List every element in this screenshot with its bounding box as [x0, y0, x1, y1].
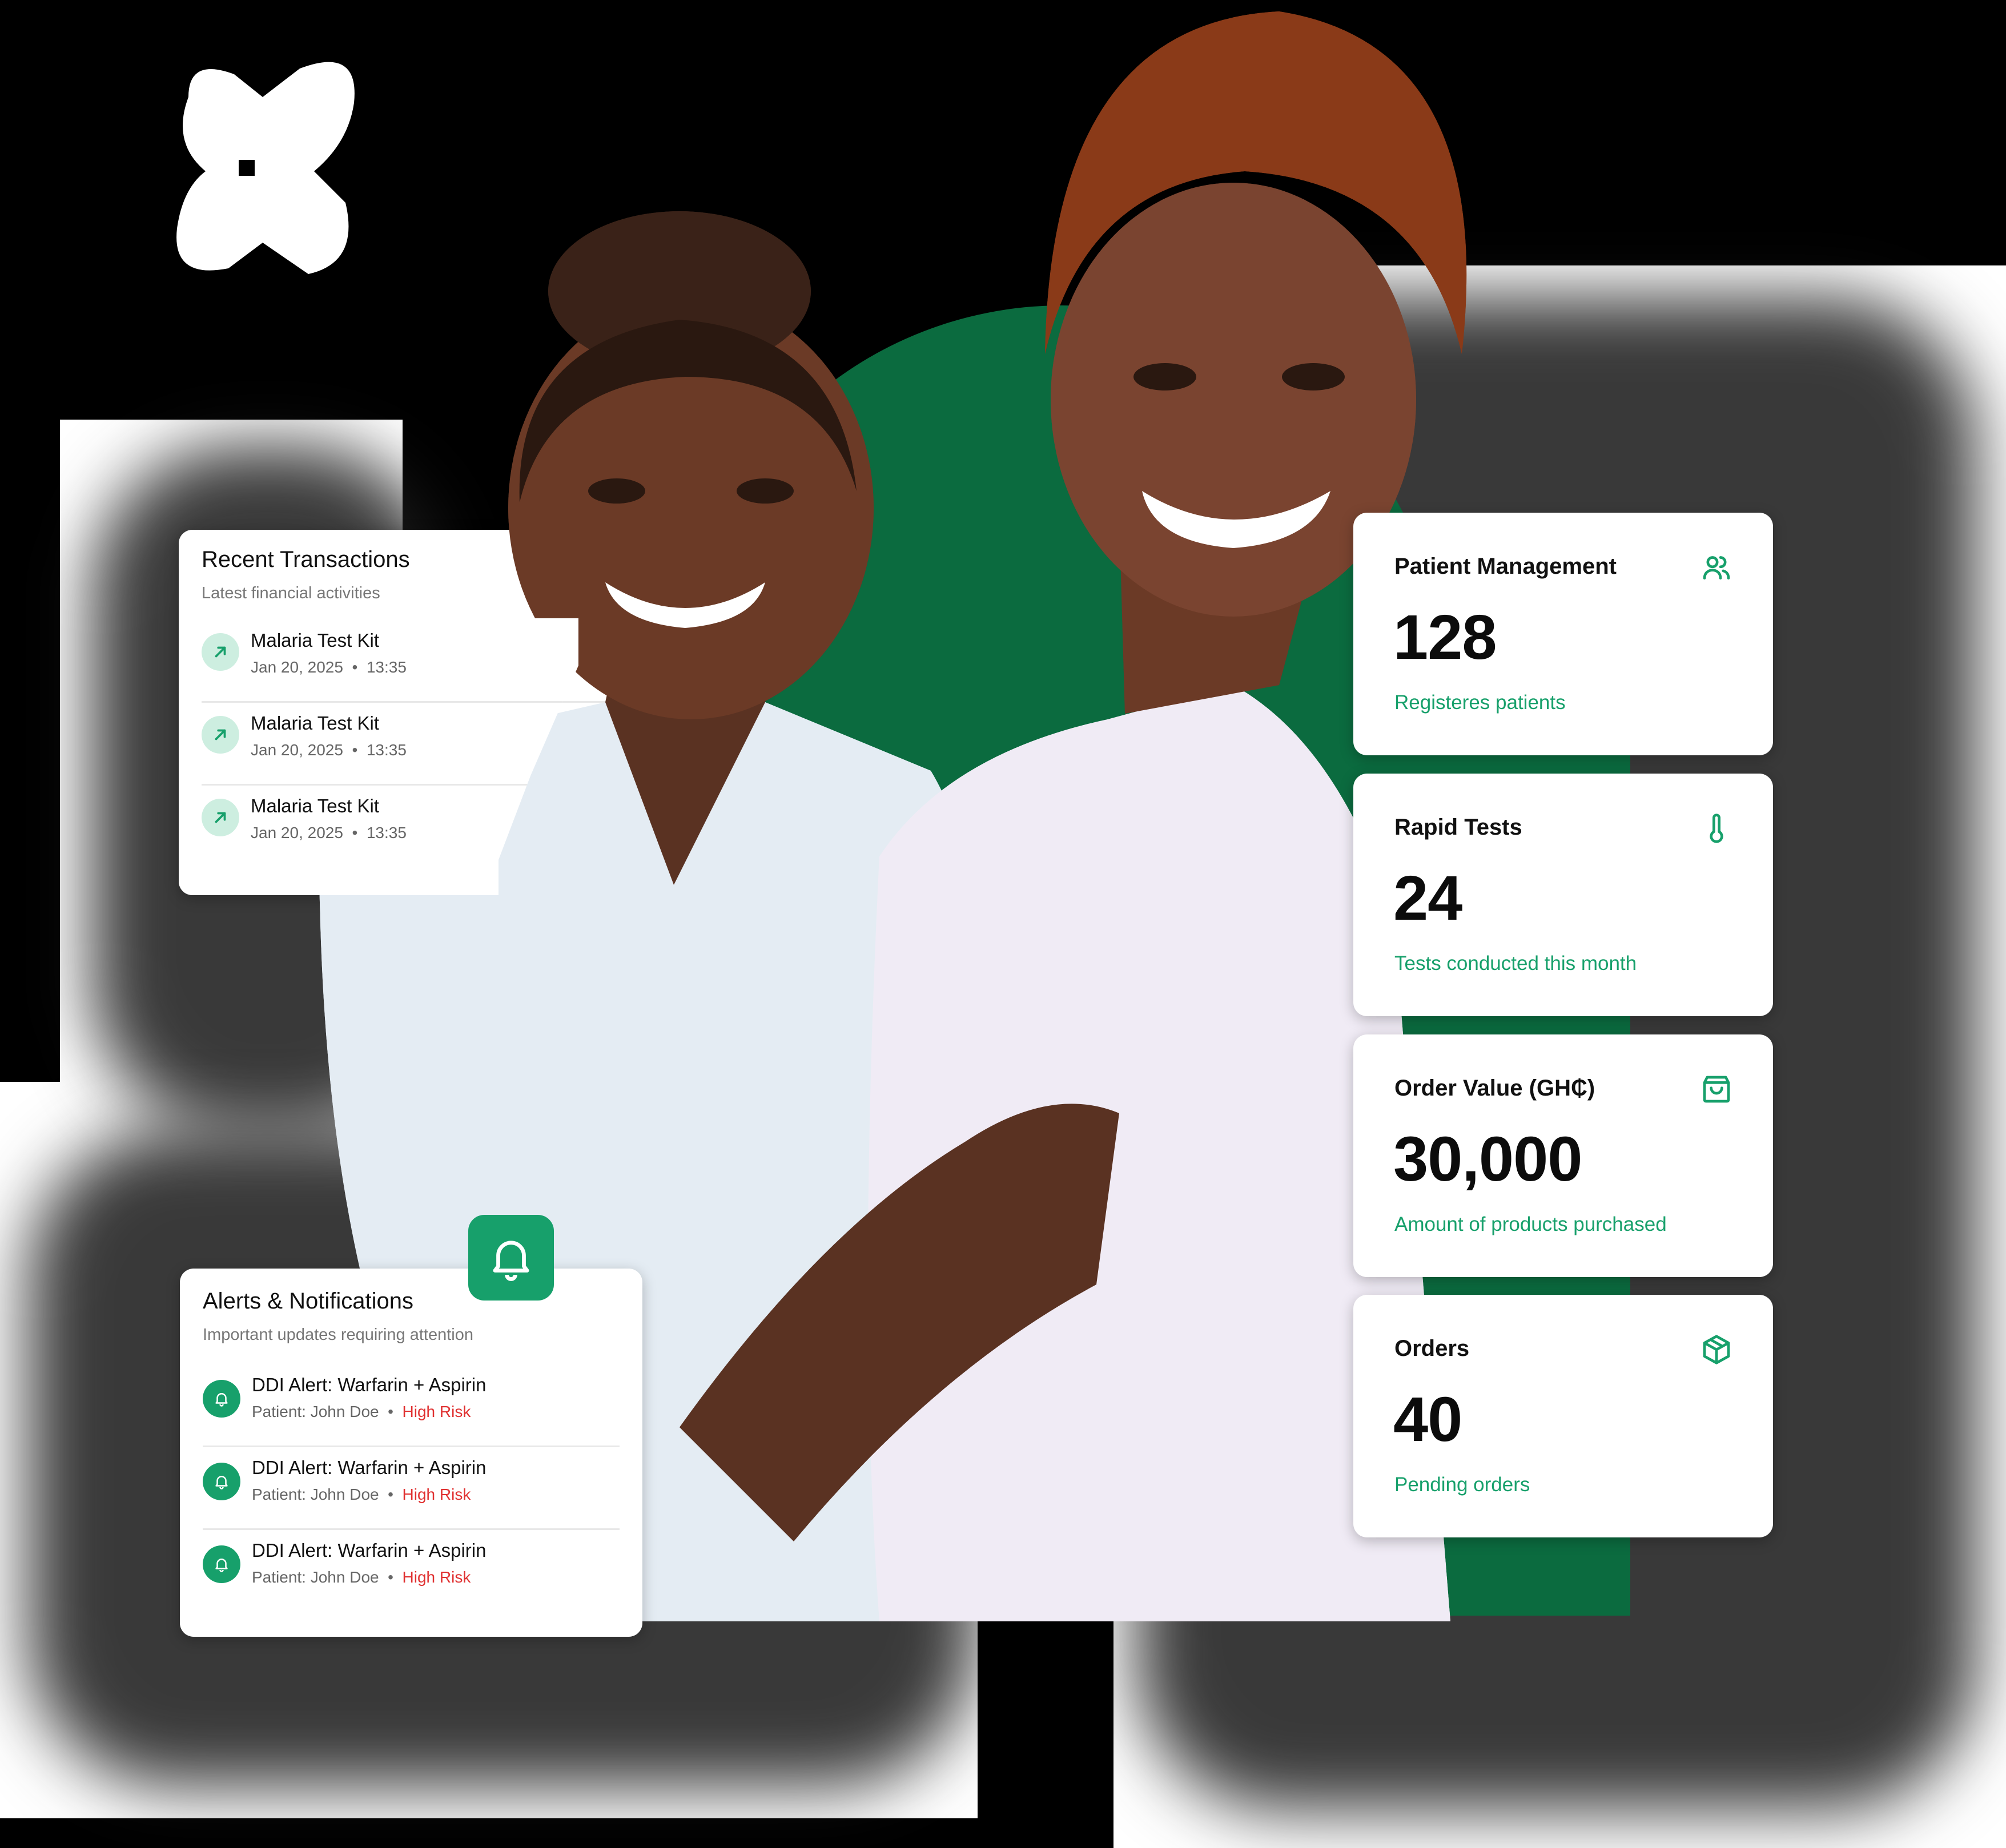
- stat-title: Orders: [1394, 1336, 1470, 1361]
- transaction-row[interactable]: Malaria Test Kit Jan 20, 2025 • 13:35: [202, 701, 578, 786]
- bell-badge-button[interactable]: [468, 1215, 554, 1301]
- stat-card-rapid-tests[interactable]: Rapid Tests 24 Tests conducted this mont…: [1353, 774, 1773, 1016]
- alerts-card: Alerts & Notifications Important updates…: [180, 1269, 642, 1637]
- stat-title: Rapid Tests: [1394, 815, 1522, 840]
- stat-card-orders[interactable]: Orders 40 Pending orders: [1353, 1295, 1773, 1537]
- risk-label: High Risk: [402, 1485, 471, 1503]
- transactions-title: Recent Transactions: [202, 547, 410, 572]
- transaction-row[interactable]: Malaria Test Kit Jan 20, 2025 • 13:35: [202, 618, 578, 703]
- alerts-subtitle: Important updates requiring attention: [203, 1326, 473, 1344]
- alert-row[interactable]: DDI Alert: Warfarin + Aspirin Patient: J…: [203, 1528, 620, 1611]
- bell-icon: [493, 1241, 529, 1281]
- bell-icon: [203, 1463, 240, 1500]
- alert-name: DDI Alert: Warfarin + Aspirin: [252, 1540, 487, 1561]
- alert-meta: Patient: John Doe • High Risk: [252, 1485, 471, 1503]
- stat-card-order-value[interactable]: Order Value (GH₵) 30,000 Amount of produ…: [1353, 1034, 1773, 1277]
- transaction-meta: Jan 20, 2025 • 13:35: [251, 741, 407, 759]
- transaction-meta: Jan 20, 2025 • 13:35: [251, 658, 407, 676]
- transaction-time: 13:35: [366, 741, 407, 759]
- bell-icon: [203, 1545, 240, 1583]
- risk-label: High Risk: [402, 1403, 471, 1420]
- package-icon: [1703, 1335, 1730, 1364]
- shopping-bag-icon: [1703, 1076, 1730, 1103]
- transaction-date: Jan 20, 2025: [251, 658, 343, 676]
- arrow-up-right-icon: [202, 716, 239, 754]
- stat-value: 30,000: [1393, 1124, 1582, 1194]
- alert-patient: Patient: John Doe: [252, 1568, 379, 1586]
- alerts-title: Alerts & Notifications: [203, 1289, 414, 1314]
- arrow-up-right-icon: [202, 633, 239, 671]
- transaction-name: Malaria Test Kit: [251, 630, 379, 651]
- alert-row[interactable]: DDI Alert: Warfarin + Aspirin Patient: J…: [203, 1363, 620, 1447]
- stat-title: Patient Management: [1394, 554, 1617, 579]
- stat-description: Registeres patients: [1394, 691, 1566, 714]
- alert-patient: Patient: John Doe: [252, 1485, 379, 1503]
- stat-title: Order Value (GH₵): [1394, 1076, 1595, 1101]
- bell-icon: [203, 1380, 240, 1418]
- transactions-subtitle: Latest financial activities: [202, 584, 380, 602]
- black-gap: [978, 1616, 1113, 1848]
- stat-description: Pending orders: [1394, 1473, 1530, 1496]
- alerts-list: DDI Alert: Warfarin + Aspirin Patient: J…: [180, 1363, 642, 1620]
- transaction-meta: Jan 20, 2025 • 13:35: [251, 824, 407, 842]
- alert-meta: Patient: John Doe • High Risk: [252, 1568, 471, 1586]
- alert-name: DDI Alert: Warfarin + Aspirin: [252, 1374, 487, 1395]
- alert-row[interactable]: DDI Alert: Warfarin + Aspirin Patient: J…: [203, 1446, 620, 1530]
- transaction-time: 13:35: [366, 658, 407, 676]
- alert-patient: Patient: John Doe: [252, 1403, 379, 1420]
- stat-description: Amount of products purchased: [1394, 1213, 1667, 1235]
- stat-card-patient-management[interactable]: Patient Management 128 Registeres patien…: [1353, 513, 1773, 755]
- alert-name: DDI Alert: Warfarin + Aspirin: [252, 1457, 487, 1478]
- transaction-time: 13:35: [366, 824, 407, 842]
- arrow-up-right-icon: [202, 799, 239, 836]
- transaction-name: Malaria Test Kit: [251, 795, 379, 816]
- stat-value: 128: [1393, 602, 1497, 673]
- risk-label: High Risk: [402, 1568, 471, 1586]
- alert-meta: Patient: John Doe • High Risk: [252, 1403, 471, 1420]
- stat-value: 24: [1393, 863, 1462, 933]
- thermometer-icon: [1710, 814, 1723, 843]
- stat-description: Tests conducted this month: [1394, 952, 1637, 975]
- transaction-date: Jan 20, 2025: [251, 824, 343, 842]
- users-icon: [1703, 556, 1730, 579]
- transaction-name: Malaria Test Kit: [251, 712, 379, 734]
- transaction-date: Jan 20, 2025: [251, 741, 343, 759]
- stat-value: 40: [1393, 1384, 1462, 1455]
